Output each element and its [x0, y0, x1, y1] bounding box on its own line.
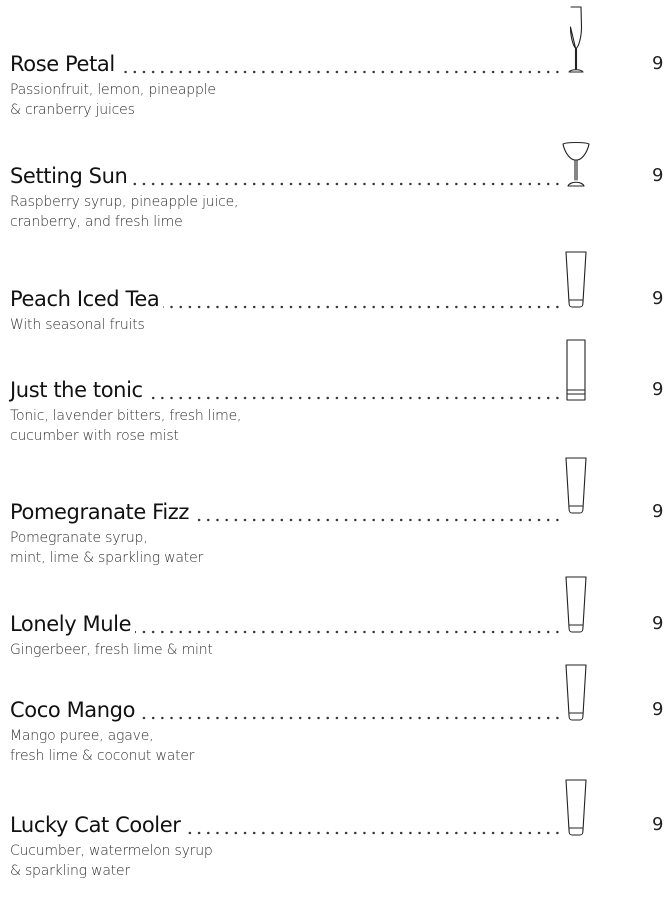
champagne-flute-icon	[568, 6, 584, 73]
item-price: 9	[652, 53, 664, 74]
item-name: Peach Iced Tea	[10, 287, 164, 311]
highball-glass-icon	[565, 251, 587, 308]
item-price: 9	[652, 379, 664, 400]
highball-glass-icon	[565, 576, 587, 633]
item-name: Lonely Mule	[10, 612, 136, 636]
item-description: Mango puree, agave, fresh lime & coconut …	[10, 728, 195, 764]
item-price: 9	[652, 501, 664, 522]
item-description: Cucumber, watermelon syrup & sparkling wa…	[10, 843, 213, 879]
item-description: Raspberry syrup, pineapple juice, cranber…	[10, 194, 239, 230]
item-name: Just the tonic	[10, 378, 147, 402]
item-name: Setting Sun	[10, 164, 132, 188]
item-price: 9	[652, 288, 664, 309]
item-price: 9	[652, 699, 664, 720]
highball-glass-icon	[565, 779, 587, 836]
item-price: 9	[652, 165, 664, 186]
coupe-glass-icon	[562, 141, 590, 187]
item-description: Pomegranate syrup, mint, lime & sparkling…	[10, 530, 204, 566]
item-price: 9	[652, 613, 664, 634]
item-description: Passionfruit, lemon, pineapple & cranberr…	[10, 82, 216, 118]
item-description: Tonic, lavender bitters, fresh lime, cucu…	[10, 408, 242, 444]
item-description: With seasonal fruits	[10, 317, 145, 333]
item-name: Coco Mango	[10, 698, 140, 722]
item-name: Rose Petal	[10, 52, 119, 76]
item-description: Gingerbeer, fresh lime & mint	[10, 642, 213, 658]
collins-glass-icon	[566, 339, 586, 401]
highball-glass-icon	[565, 664, 587, 721]
item-name: Lucky Cat Cooler	[10, 813, 185, 837]
item-price: 9	[652, 814, 664, 835]
highball-glass-icon	[565, 457, 587, 514]
item-name: Pomegranate Fizz	[10, 500, 194, 524]
